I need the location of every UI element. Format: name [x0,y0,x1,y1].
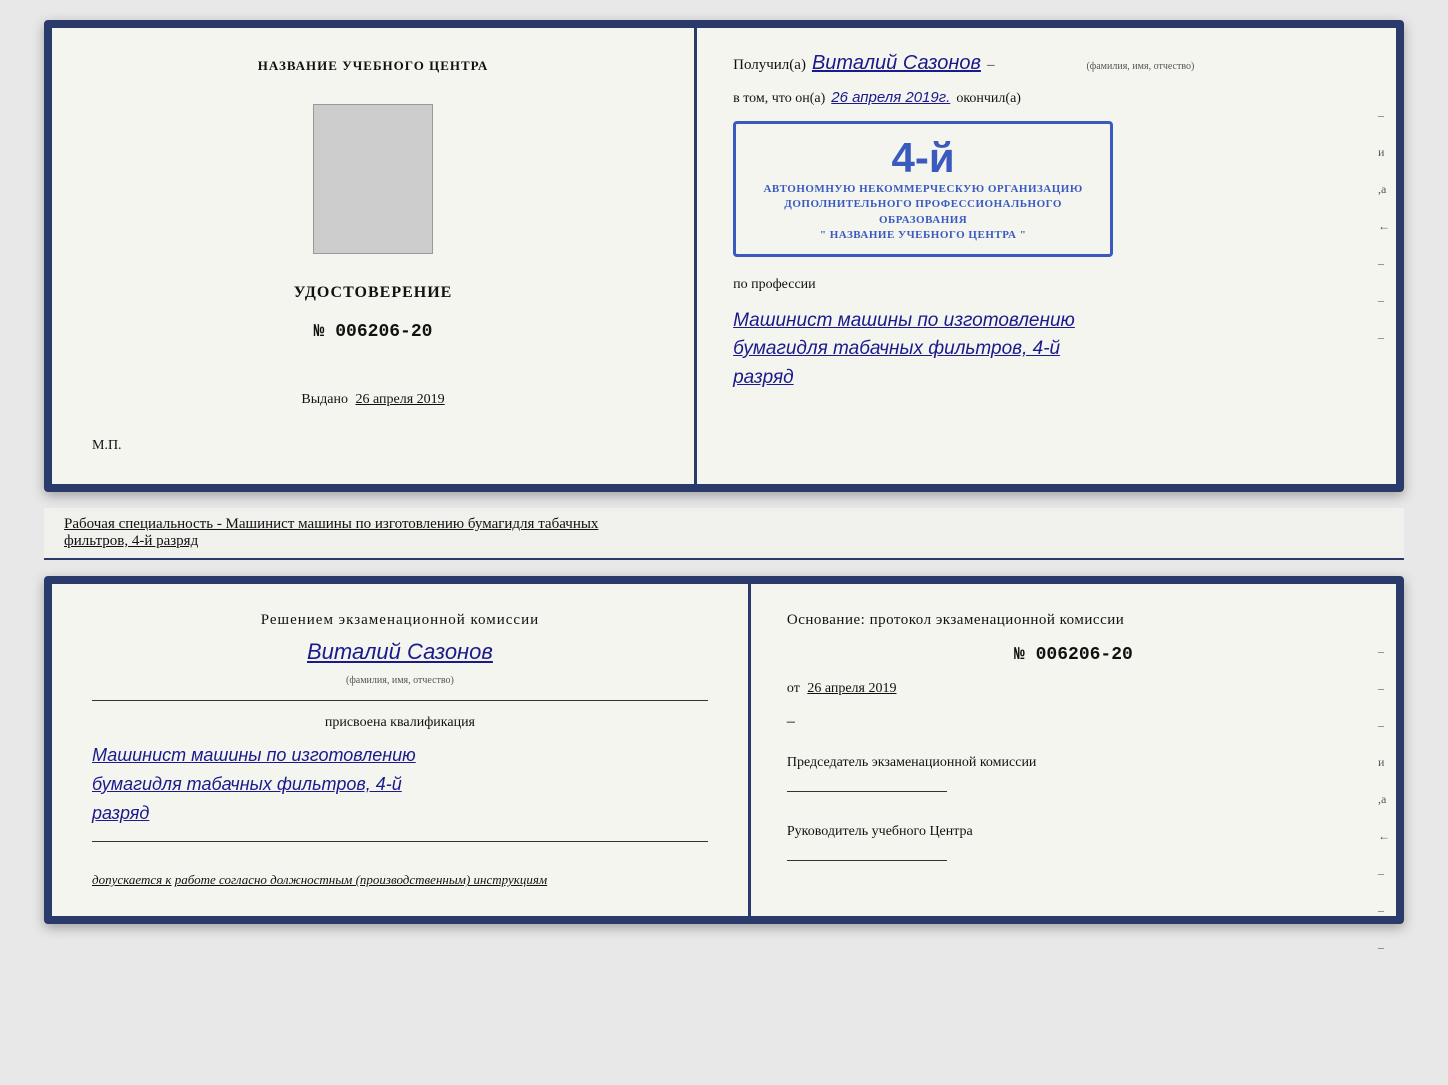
cert-stamp: 4-й АВТОНОМНУЮ НЕКОММЕРЧЕСКУЮ ОРГАНИЗАЦИ… [733,121,1113,257]
bottom-prof-line3: разряд [92,799,708,828]
cert-doc-number: № 006206-20 [314,322,433,342]
bottom-profession-text: Машинист машины по изготовлению бумагидл… [92,741,708,827]
bottom-divider1 [92,700,708,701]
cert-center-name: НАЗВАНИЕ УЧЕБНОГО ЦЕНТРА [258,58,489,74]
chairman-sig-line [787,791,947,792]
bottom-dash-line: – [787,713,1360,731]
cert-doc-title: УДОСТОВЕРЕНИЕ [294,284,453,302]
stamp-line2: ДОПОЛНИТЕЛЬНОГО ПРОФЕССИОНАЛЬНОГО ОБРАЗО… [750,197,1096,228]
bottom-допускается: допускается к работе согласно должностны… [92,872,708,888]
in-that-label: в том, что он(а) [733,91,825,107]
bottom-side-marks: – – – и ,а ← – – – [1378,644,1390,955]
profession-label: по профессии [733,277,1360,293]
subtitle-text: Рабочая специальность - Машинист машины … [64,516,598,532]
stamp-big-text: 4-й [750,134,1096,182]
prof-line3: разряд [733,364,1360,393]
bottom-divider2 [92,841,708,842]
bottom-right-panel: Основание: протокол экзаменационной коми… [751,584,1396,916]
допускается-value: работе согласно должностным (производств… [175,872,547,887]
cert-left-panel: НАЗВАНИЕ УЧЕБНОГО ЦЕНТРА УДОСТОВЕРЕНИЕ №… [52,28,697,484]
subtitle-band: Рабочая специальность - Машинист машины … [44,508,1404,560]
bottom-name-handwritten: Виталий Сазонов [92,639,708,665]
certificate-document: НАЗВАНИЕ УЧЕБНОГО ЦЕНТРА УДОСТОВЕРЕНИЕ №… [44,20,1404,492]
head-sig-line [787,860,947,861]
received-label: Получил(а) [733,57,806,74]
bottom-chairman-label: Председатель экзаменационной комиссии [787,755,1360,771]
cert-profession-text: Машинист машины по изготовлению бумагидл… [733,307,1360,393]
bottom-date: 26 апреля 2019 [807,681,896,696]
issued-date: 26 апреля 2019 [356,392,445,407]
prof-line1: Машинист машины по изготовлению [733,307,1360,336]
cert-name-handwritten: Виталий Сазонов [812,52,981,75]
cert-right-panel: Получил(а) Виталий Сазонов – (фамилия, и… [697,28,1396,484]
bottom-basis-label: Основание: протокол экзаменационной коми… [787,612,1360,629]
допускается-label: допускается к [92,872,172,887]
date-prefix: от [787,681,800,696]
finished-label: окончил(а) [956,91,1021,107]
subtitle-underlined: фильтров, 4-й разряд [64,533,198,549]
prof-line2: бумагидля табачных фильтров, 4-й [733,335,1360,364]
bottom-fio-label: (фамилия, имя, отчество) [92,675,708,686]
bottom-left-panel: Решением экзаменационной комиссии Витали… [52,584,751,916]
cert-issued-line: Выдано 26 апреля 2019 [301,392,444,408]
cert-in-that-line: в том, что он(а) 26 апреля 2019г. окончи… [733,89,1360,107]
fio-sublabel: (фамилия, имя, отчество) [1086,61,1194,72]
bottom-assigned-label: присвоена квалификация [92,715,708,731]
cert-date-handwritten: 26 апреля 2019г. [831,89,950,106]
bottom-document: Решением экзаменационной комиссии Витали… [44,576,1404,924]
bottom-head-label: Руководитель учебного Центра [787,824,1360,840]
bottom-date-line: от 26 апреля 2019 [787,681,1360,697]
bottom-prof-line1: Машинист машины по изготовлению [92,741,708,770]
cert-photo [313,104,433,254]
bottom-prof-line2: бумагидля табачных фильтров, 4-й [92,770,708,799]
issued-label: Выдано [301,392,348,407]
cert-side-marks: – и ,а ← – – – [1378,108,1390,345]
cert-received-line: Получил(а) Виталий Сазонов – (фамилия, и… [733,52,1360,75]
bottom-title: Решением экзаменационной комиссии [92,612,708,629]
stamp-line3: " НАЗВАНИЕ УЧЕБНОГО ЦЕНТРА " [750,228,1096,243]
cert-mp: М.П. [92,438,122,454]
bottom-number: № 006206-20 [787,645,1360,665]
stamp-line1: АВТОНОМНУЮ НЕКОММЕРЧЕСКУЮ ОРГАНИЗАЦИЮ [750,182,1096,197]
